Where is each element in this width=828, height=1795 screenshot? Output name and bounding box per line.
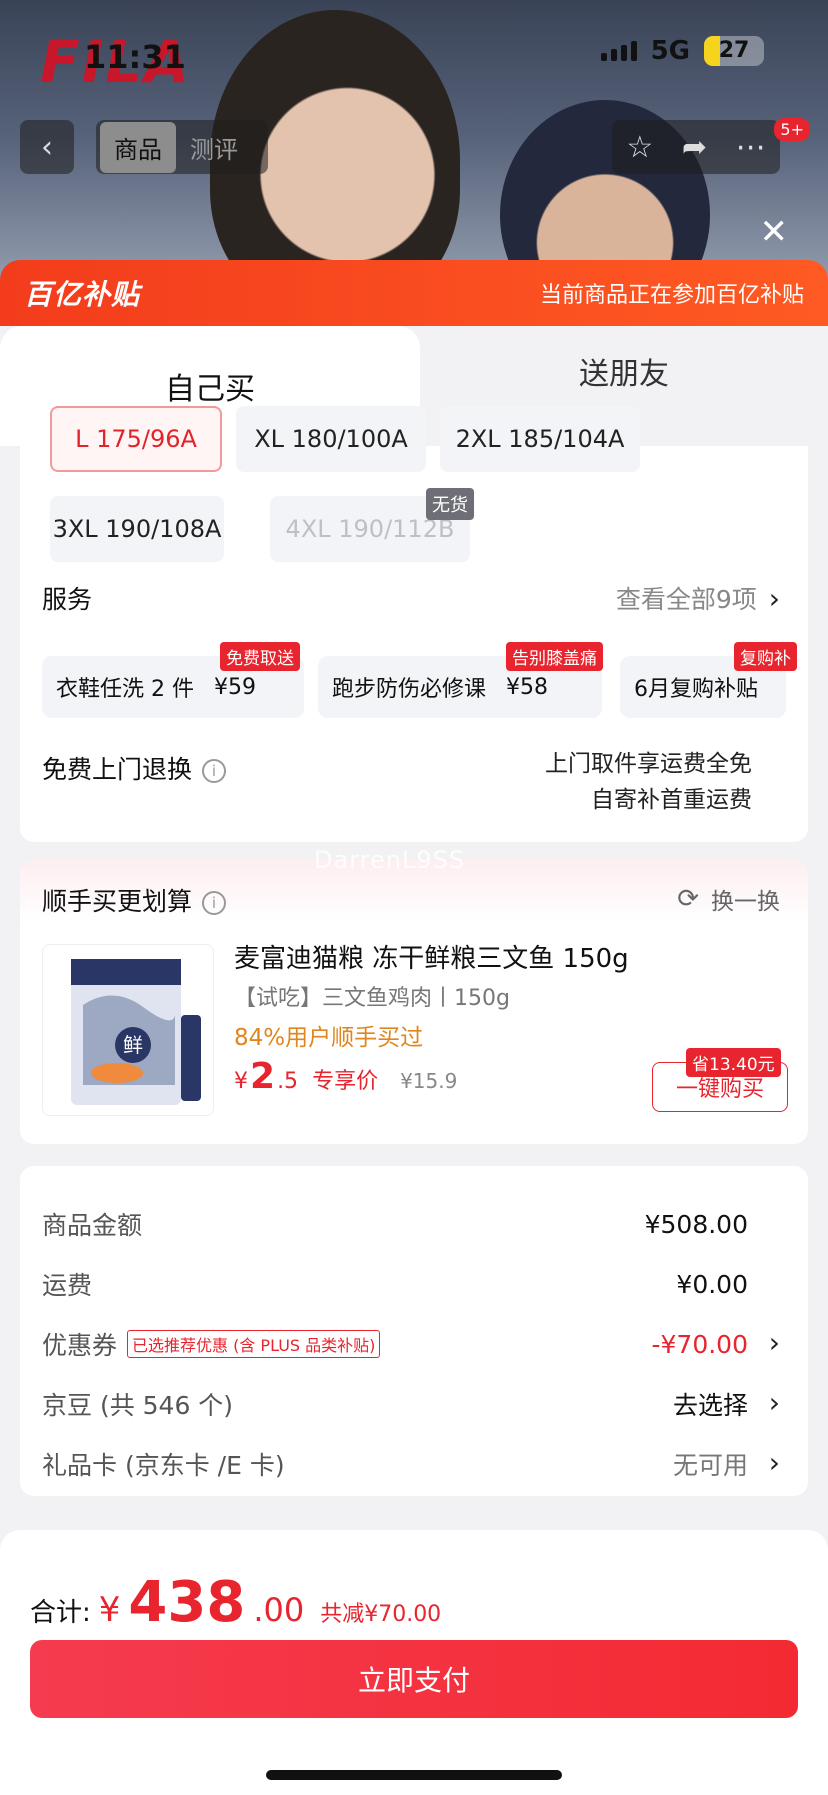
- out-of-stock-badge: 无货: [426, 488, 474, 520]
- share-icon[interactable]: ➦: [682, 130, 707, 165]
- detail-tab-switch: 商品 测评: [96, 120, 268, 174]
- chevron-right-icon: ›: [768, 581, 780, 615]
- service-see-all[interactable]: 查看全部9项 ›: [616, 580, 780, 616]
- service-name: 衣鞋任洗 2 件: [56, 677, 194, 702]
- chevron-right-icon[interactable]: ›: [769, 1386, 780, 1419]
- addon-title: 顺手买更划算 i: [42, 882, 227, 918]
- beans-label: 京豆 (共 546 个): [42, 1391, 234, 1420]
- service-name: 6月复购补贴: [634, 677, 758, 702]
- svg-text:鲜: 鲜: [123, 1033, 143, 1057]
- more-icon[interactable]: ⋯: [736, 130, 766, 165]
- addon-price: ¥ 2 .5 专享价 ¥15.9: [234, 1056, 457, 1097]
- goods-amount-row: 商品金额 ¥508.00: [42, 1206, 748, 1242]
- watermark: DarrenL9SS: [314, 846, 466, 874]
- checkout-bar: 合计: ¥438.00 共减¥70.00 立即支付: [0, 1530, 828, 1795]
- chevron-right-icon[interactable]: ›: [769, 1446, 780, 1479]
- return-title-label: 免费上门退换: [42, 755, 193, 784]
- fee-card: 商品金额 ¥508.00 运费 ¥0.00 优惠券 已选推荐优惠 (含 PLUS…: [20, 1166, 808, 1496]
- original-price: ¥15.9: [400, 1069, 458, 1093]
- subsidy-banner: 百亿补贴 当前商品正在参加百亿补贴: [0, 260, 828, 326]
- service-see-all-label: 查看全部9项: [615, 585, 757, 614]
- options-card: L 175/96A XL 180/100A 2XL 185/104A 3XL 1…: [20, 406, 808, 842]
- beans-value: 去选择: [672, 1391, 748, 1420]
- giftcard-label: 礼品卡 (京东卡 /E 卡): [42, 1451, 285, 1480]
- star-icon[interactable]: ☆: [626, 130, 653, 165]
- coupon-label: 优惠券: [42, 1331, 118, 1360]
- top-actions: ☆ ➦ ⋯: [612, 120, 780, 174]
- size-option[interactable]: XL 180/100A: [236, 406, 426, 472]
- addon-bought-ratio: 84%用户顺手买过: [234, 1025, 424, 1051]
- battery-level: 27: [718, 38, 750, 63]
- save-tag: 省13.40元: [686, 1048, 781, 1077]
- addon-product-name[interactable]: 麦富迪猫粮 冻干鲜粮三文鱼 150g: [234, 938, 629, 975]
- tab-review[interactable]: 测评: [176, 122, 252, 173]
- refresh-icon: ⟳: [677, 884, 699, 914]
- service-price: ¥59: [213, 674, 256, 700]
- service-tag: 复购补: [734, 642, 797, 671]
- coupon-label-group: 优惠券 已选推荐优惠 (含 PLUS 品类补贴): [42, 1326, 381, 1362]
- service-tag: 告别膝盖痛: [506, 642, 603, 671]
- subsidy-logo: 百亿补贴: [24, 278, 141, 311]
- return-title: 免费上门退换 i: [42, 750, 227, 786]
- size-option-selected[interactable]: L 175/96A: [50, 406, 222, 472]
- chevron-right-icon[interactable]: ›: [769, 1326, 780, 1359]
- service-tag: 免费取送: [220, 642, 300, 671]
- return-line1: 上门取件享运费全免: [545, 751, 752, 777]
- service-title: 服务: [42, 585, 93, 614]
- return-policy: 上门取件享运费全免 自寄补首重运费: [545, 746, 752, 818]
- price-dec: .5: [277, 1069, 299, 1094]
- info-icon[interactable]: i: [202, 759, 227, 783]
- network-type: 5G: [650, 36, 690, 66]
- total-label: 合计:: [30, 1598, 91, 1628]
- tab-send-friend[interactable]: 送朋友: [420, 326, 828, 416]
- goods-amount-value: ¥508.00: [644, 1209, 748, 1239]
- return-line2: 自寄补首重运费: [591, 787, 752, 813]
- tab-product[interactable]: 商品: [100, 121, 176, 173]
- size-option[interactable]: 2XL 185/104A: [440, 406, 640, 472]
- swap-button[interactable]: ⟳ 换一换: [677, 882, 780, 916]
- price-label: 专享价: [312, 1069, 379, 1094]
- total-int: 438: [128, 1570, 246, 1635]
- home-indicator: [266, 1770, 562, 1780]
- status-time: 11:31: [84, 38, 186, 76]
- coupon-tag: 已选推荐优惠 (含 PLUS 品类补贴): [127, 1330, 381, 1358]
- goods-amount-label: 商品金额: [42, 1211, 143, 1240]
- addon-card: 顺手买更划算 i ⟳ 换一换 鲜 麦富迪猫粮 冻干鲜粮三文鱼 150g 【试吃】三…: [20, 860, 808, 1144]
- price-int: 2: [250, 1056, 276, 1097]
- shipping-label: 运费: [42, 1271, 93, 1300]
- size-option[interactable]: 3XL 190/108A: [50, 496, 224, 562]
- chevron-left-icon: ‹: [41, 129, 53, 165]
- coupon-value: -¥70.00: [651, 1329, 749, 1359]
- cat-food-bag-image: 鲜: [71, 959, 201, 1105]
- pay-now-button[interactable]: 立即支付: [30, 1640, 798, 1718]
- addon-product-spec: 【试吃】三文鱼鸡肉丨150g: [234, 986, 510, 1011]
- service-price: ¥58: [506, 674, 549, 700]
- product-thumbnail[interactable]: 鲜: [42, 944, 214, 1116]
- shipping-value: ¥0.00: [676, 1269, 748, 1299]
- service-name: 跑步防伤必修课: [332, 677, 487, 702]
- status-indicators: 5G 27: [600, 36, 764, 66]
- giftcard-value: 无可用: [672, 1451, 748, 1480]
- info-icon[interactable]: i: [202, 891, 227, 915]
- shipping-row: 运费 ¥0.00: [42, 1266, 748, 1302]
- addon-title-label: 顺手买更划算: [42, 887, 193, 916]
- giftcard-row[interactable]: 礼品卡 (京东卡 /E 卡) 无可用: [42, 1446, 748, 1482]
- signal-icon: [600, 41, 637, 61]
- back-button[interactable]: ‹: [20, 120, 74, 174]
- coupon-row[interactable]: 优惠券 已选推荐优惠 (含 PLUS 品类补贴) -¥70.00: [42, 1326, 748, 1362]
- total-dec: .00: [253, 1591, 305, 1629]
- subsidy-tip: 当前商品正在参加百亿补贴: [539, 283, 804, 308]
- swap-label: 换一换: [711, 889, 780, 915]
- message-badge: 5+: [774, 118, 810, 141]
- total-currency: ¥: [98, 1590, 121, 1630]
- total-amount: 合计: ¥438.00 共减¥70.00: [30, 1570, 441, 1635]
- beans-row[interactable]: 京豆 (共 546 个) 去选择: [42, 1386, 748, 1422]
- battery-icon: 27: [704, 36, 764, 66]
- price-symbol: ¥: [234, 1069, 248, 1094]
- total-saved: 共减¥70.00: [320, 1602, 442, 1627]
- close-icon[interactable]: ✕: [760, 212, 789, 252]
